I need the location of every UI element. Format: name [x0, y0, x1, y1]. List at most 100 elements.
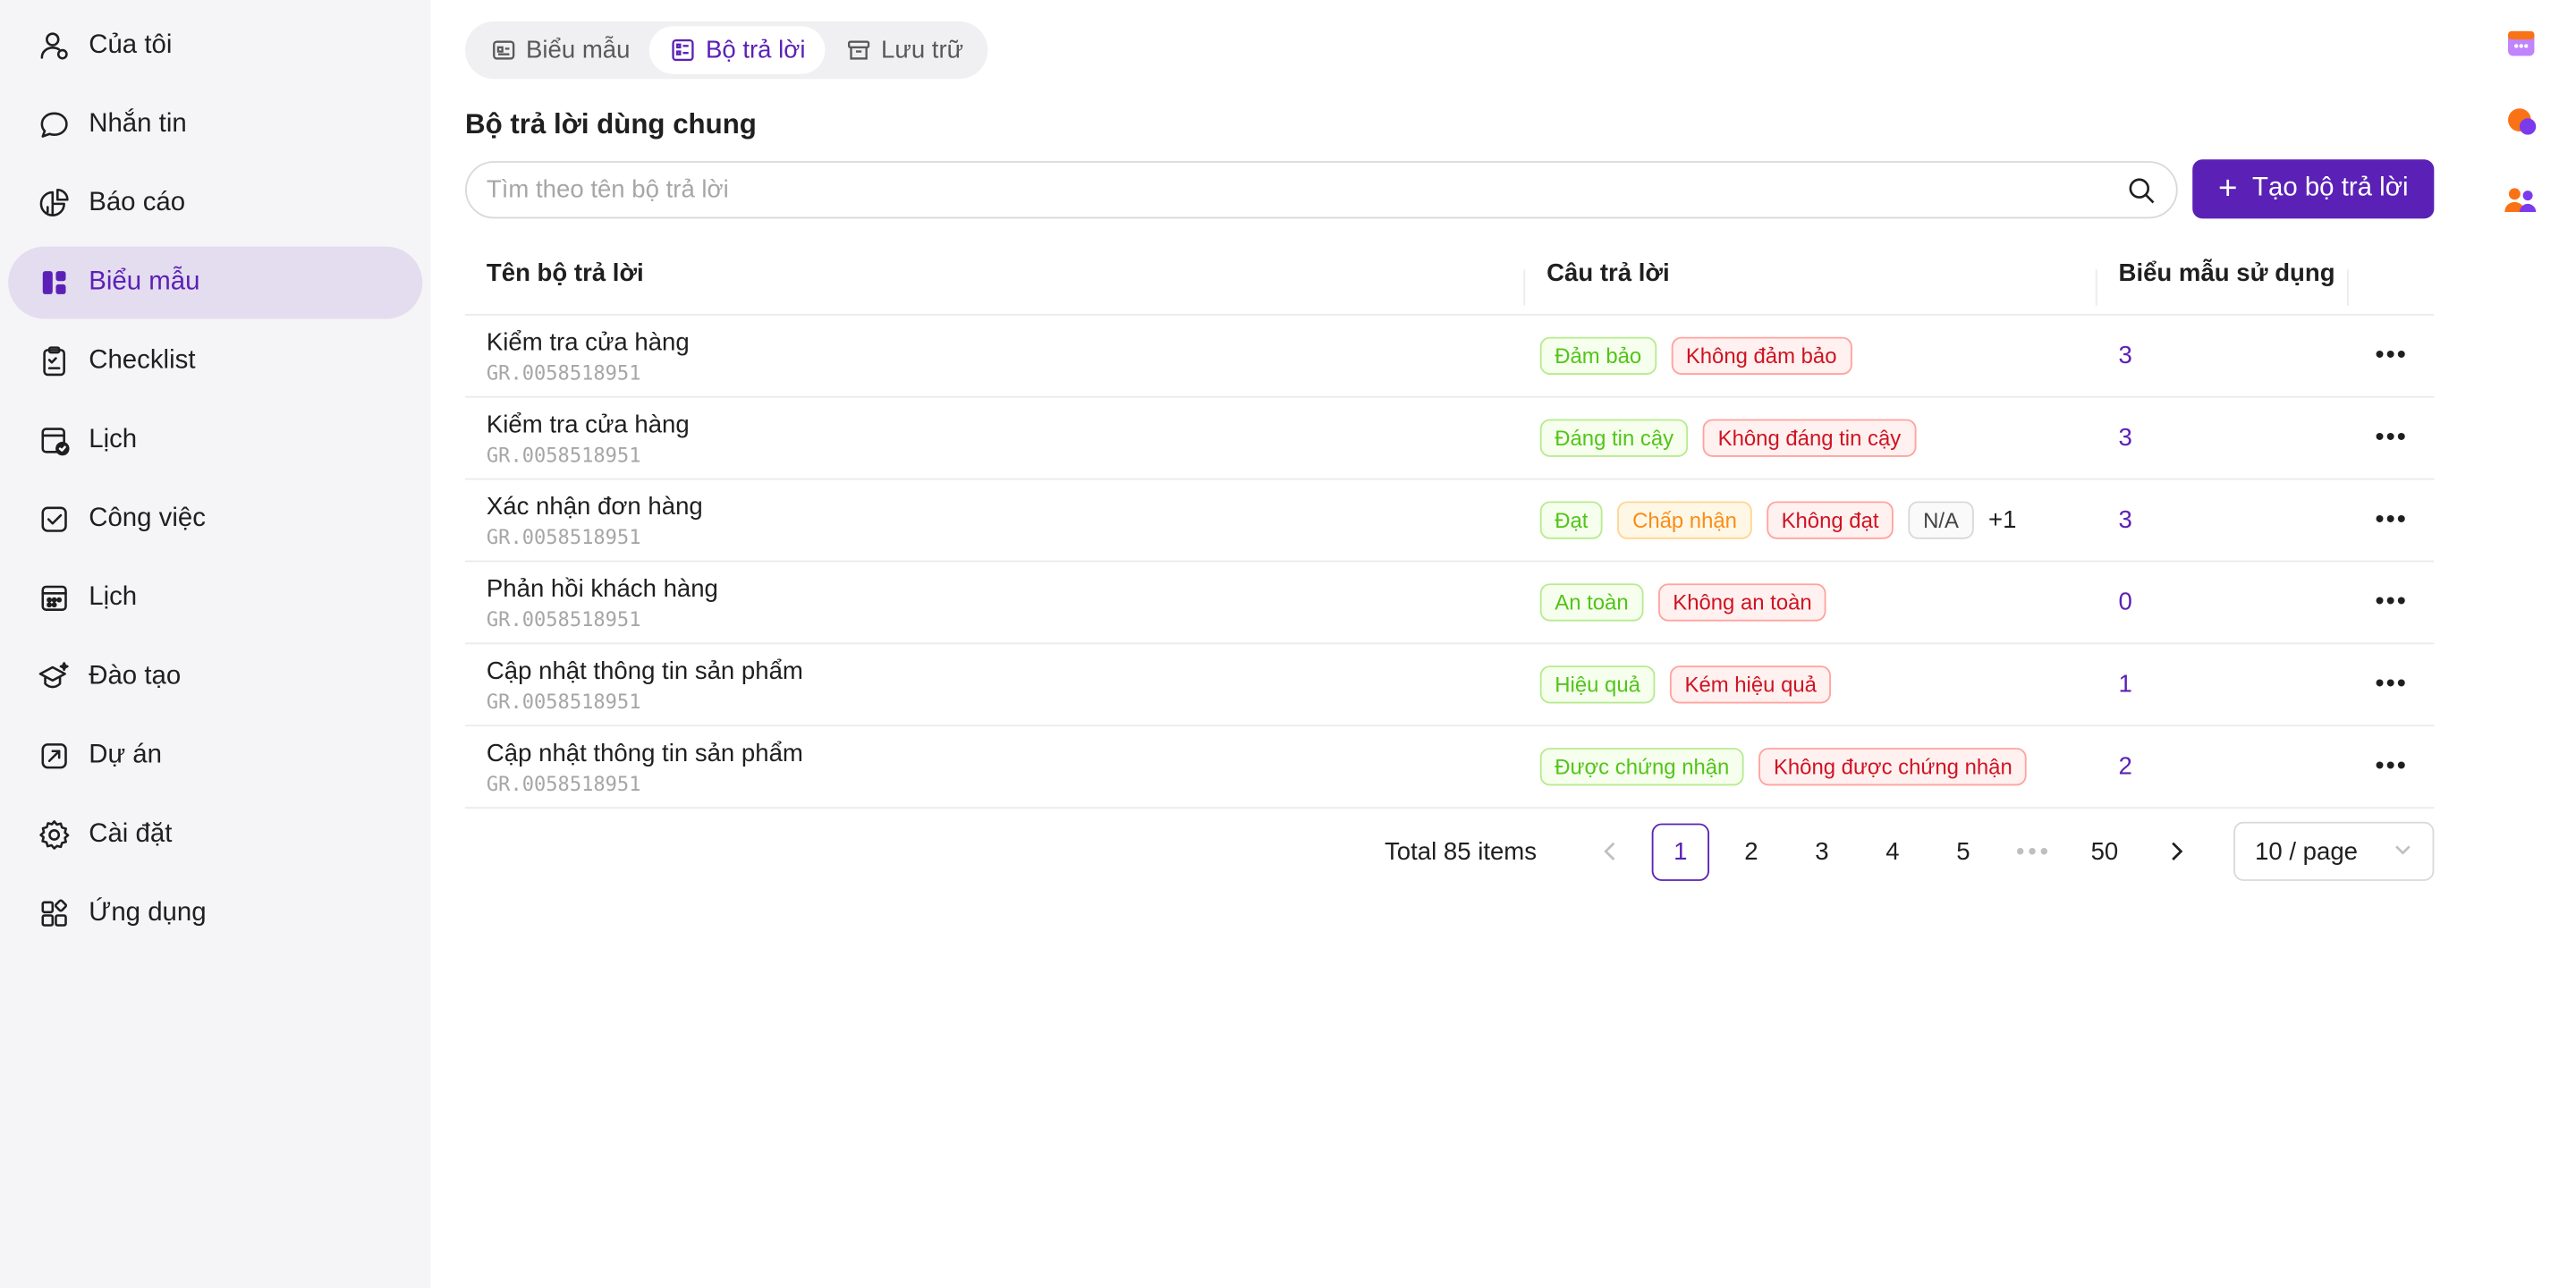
answer-set-code: GR.0058518951 — [486, 689, 641, 713]
next-page-icon[interactable] — [2147, 823, 2204, 880]
list-icon — [673, 38, 695, 62]
sidebar-item-8[interactable]: Đào tạo — [8, 641, 422, 714]
row-name-cell: Phản hồi khách hàng GR.0058518951 — [465, 574, 1525, 630]
page-5[interactable]: 5 — [1935, 823, 1992, 880]
answer-set-name[interactable]: Kiểm tra cửa hàng — [487, 410, 1525, 437]
prev-page-icon[interactable] — [1581, 823, 1639, 880]
answer-set-name[interactable]: Xác nhận đơn hàng — [487, 492, 1525, 520]
header-usage: Biểu mẫu sử dụng — [2097, 259, 2349, 306]
sidebar-item-9[interactable]: Dự án — [8, 720, 422, 792]
table-row[interactable]: Cập nhật thông tin sản phẩm GR.0058518951… — [465, 644, 2435, 727]
chat-bubble-icon[interactable] — [2502, 102, 2541, 141]
more-icon: ••• — [2375, 505, 2408, 534]
header-usage-label: Biểu mẫu sử dụng — [2118, 259, 2335, 288]
right-rail — [2502, 23, 2547, 260]
calendar-app-icon[interactable] — [2502, 23, 2541, 63]
row-answers-cell: Đạt Chấp nhận Không đạt N/A +1 — [1525, 501, 2097, 539]
more-icon: ••• — [2375, 341, 2408, 369]
table-row[interactable]: Kiểm tra cửa hàng GR.0058518951 Đảm bảo Khô… — [465, 316, 2435, 398]
page-size-select[interactable]: 10 / page — [2233, 821, 2435, 881]
more-icon: ••• — [2375, 751, 2408, 780]
sidebar-item-1[interactable]: Nhắn tin — [8, 89, 422, 161]
tab-forms[interactable]: Biểu mẫu — [470, 26, 650, 73]
archive-icon — [848, 40, 870, 60]
sidebar-item-6[interactable]: Công việc — [8, 483, 422, 555]
plus-icon: + — [2217, 171, 2238, 208]
answer-set-code: GR.0058518951 — [486, 443, 641, 466]
sidebar-item-2[interactable]: Báo cáo — [8, 167, 422, 240]
answer-set-name[interactable]: Phản hồi khách hàng — [487, 574, 1525, 602]
table-row[interactable]: Xác nhận đơn hàng GR.0058518951 Đạt Chấp nh… — [465, 480, 2435, 563]
header-name: Tên bộ trả lời — [465, 259, 1526, 306]
sidebar-item-11[interactable]: Ứng dụng — [8, 877, 422, 950]
project-icon — [38, 740, 71, 773]
report-icon — [38, 187, 71, 220]
usage-count[interactable]: 2 — [2097, 753, 2349, 781]
usage-count[interactable]: 0 — [2097, 589, 2349, 616]
task-icon — [38, 503, 71, 536]
sidebar-item-3[interactable]: Biểu mẫu — [8, 246, 423, 319]
sidebar-item-label: Nhắn tin — [89, 110, 187, 139]
usage-count[interactable]: 3 — [2097, 424, 2349, 452]
answer-tag: Đáng tin cậy — [1539, 419, 1689, 457]
tab-answer-sets[interactable]: Bộ trả lời — [649, 26, 826, 74]
row-answers-cell: Đảm bảo Không đảm bảo — [1525, 336, 2097, 375]
table-row[interactable]: Phản hồi khách hàng GR.0058518951 An toàn K… — [465, 562, 2435, 645]
row-more-actions[interactable]: ••• — [2349, 505, 2435, 535]
row-more-actions[interactable]: ••• — [2349, 752, 2435, 782]
sidebar-item-label: Cài đặt — [89, 819, 173, 849]
sidebar-item-0[interactable]: Của tôi — [8, 10, 422, 82]
answer-tag: Không đáng tin cậy — [1703, 419, 1916, 457]
header-name-label: Tên bộ trả lời — [486, 259, 644, 288]
people-icon[interactable] — [2502, 181, 2541, 220]
usage-count[interactable]: 3 — [2097, 342, 2349, 369]
sidebar-item-7[interactable]: Lịch — [8, 562, 422, 634]
create-answer-set-button[interactable]: + Tạo bộ trả lời — [2192, 159, 2435, 219]
more-tags-count[interactable]: +1 — [1988, 506, 2016, 534]
sidebar-item-label: Của tôi — [89, 30, 173, 60]
page-2[interactable]: 2 — [1723, 823, 1780, 880]
answer-tag: Hiệu quả — [1539, 665, 1656, 704]
apps-icon — [38, 897, 71, 930]
section-title: Bộ trả lời dùng chung — [465, 108, 757, 140]
header-answers-label: Câu trả lời — [1546, 259, 1670, 288]
search-input[interactable] — [486, 175, 2127, 204]
training-icon — [38, 661, 71, 694]
more-icon: ••• — [2375, 423, 2408, 452]
row-more-actions[interactable]: ••• — [2349, 588, 2435, 617]
answer-set-code: GR.0058518951 — [486, 771, 641, 795]
usage-count[interactable]: 3 — [2097, 506, 2349, 534]
answer-set-name[interactable]: Cập nhật thông tin sản phẩm — [487, 657, 1525, 684]
row-name-cell: Cập nhật thông tin sản phẩm GR.0058518951 — [465, 657, 1525, 712]
answer-tag: Không an toàn — [1657, 583, 1827, 622]
form-icon — [38, 267, 71, 300]
sidebar-item-label: Lịch — [89, 583, 138, 612]
sidebar-item-4[interactable]: Checklist — [8, 326, 422, 398]
row-more-actions[interactable]: ••• — [2349, 341, 2435, 370]
answer-set-name[interactable]: Cập nhật thông tin sản phẩm — [487, 739, 1525, 767]
answer-tag: Không đạt — [1767, 501, 1894, 539]
table-row[interactable]: Cập nhật thông tin sản phẩm GR.0058518951… — [465, 726, 2435, 809]
page-4[interactable]: 4 — [1864, 823, 1921, 880]
user-icon — [38, 30, 71, 63]
page-3[interactable]: 3 — [1793, 823, 1851, 880]
page-ellipsis[interactable]: ••• — [2005, 823, 2063, 880]
create-button-label: Tạo bộ trả lời — [2252, 174, 2409, 203]
sidebar-item-10[interactable]: Cài đặt — [8, 799, 422, 871]
row-more-actions[interactable]: ••• — [2349, 423, 2435, 453]
search-icon[interactable] — [2127, 175, 2157, 205]
table-row[interactable]: Kiểm tra cửa hàng GR.0058518951 Đáng tin c… — [465, 398, 2435, 480]
answer-set-table: Tên bộ trả lời Câu trả lời Biểu mẫu sử d… — [465, 233, 2435, 809]
usage-count[interactable]: 1 — [2097, 671, 2349, 699]
row-answers-cell: An toàn Không an toàn — [1525, 583, 2097, 622]
row-more-actions[interactable]: ••• — [2349, 670, 2435, 699]
sidebar-item-label: Lịch — [89, 425, 138, 454]
page-1[interactable]: 1 — [1651, 822, 1709, 880]
answer-set-name[interactable]: Kiểm tra cửa hàng — [487, 328, 1525, 356]
sidebar-item-5[interactable]: Lịch — [8, 404, 422, 477]
answer-tag: Được chứng nhận — [1539, 748, 1744, 786]
page-50[interactable]: 50 — [2076, 823, 2133, 880]
tab-archive[interactable]: Lưu trữ — [826, 26, 984, 73]
more-icon: ••• — [2375, 669, 2408, 699]
page-list: 1 2 3 4 5 ••• 50 — [1645, 822, 2140, 880]
